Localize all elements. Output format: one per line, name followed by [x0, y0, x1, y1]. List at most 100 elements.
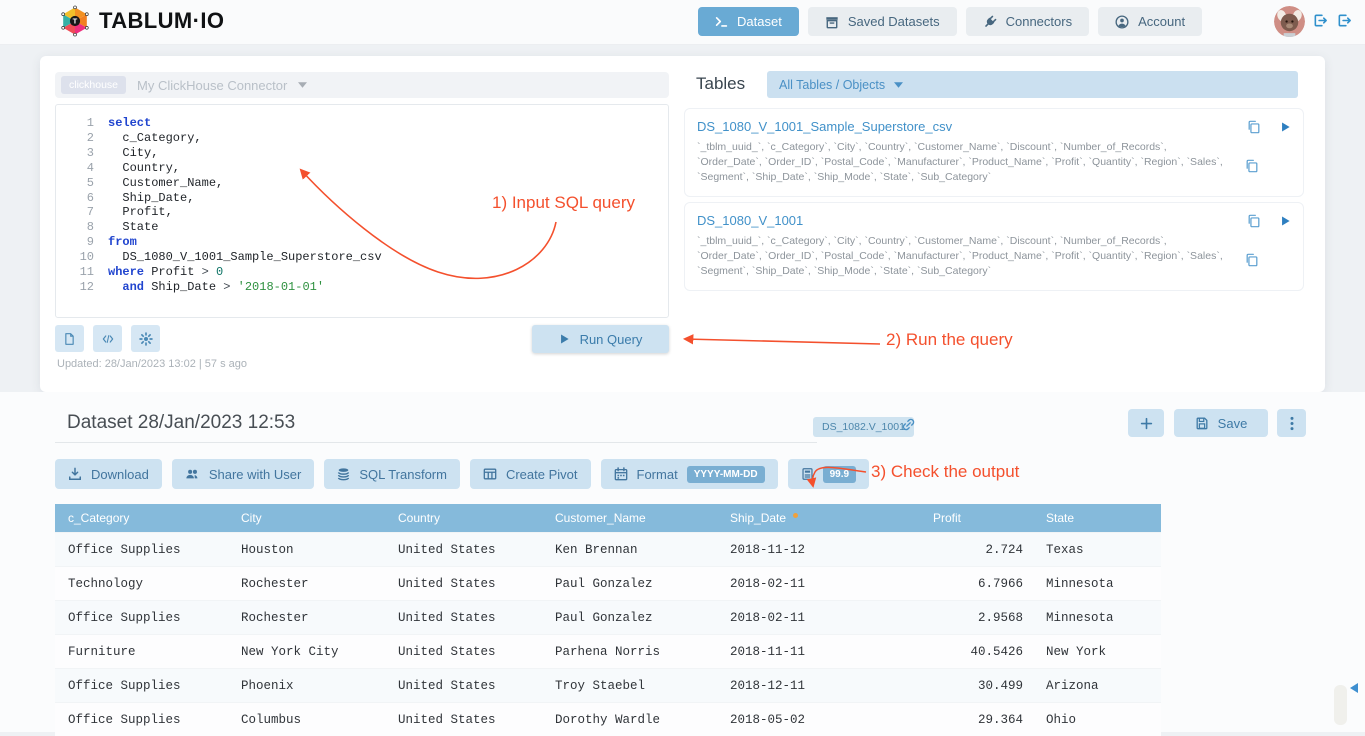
column-header-state[interactable]: State: [1033, 504, 1161, 533]
play-icon[interactable]: [1280, 121, 1291, 133]
horizontal-scrollbar-thumb[interactable]: [1334, 685, 1347, 725]
code-line: 12 and Ship_Date > '2018-01-01': [56, 280, 668, 295]
table-row: Office SuppliesHoustonUnited StatesKen B…: [55, 533, 1161, 567]
table-cell: 6.7966: [920, 567, 1033, 601]
tablum-app: { "nav": { "brand": "TABLUM·IO", "items"…: [0, 0, 1365, 732]
table-row: FurnitureNew York CityUnited StatesParhe…: [55, 635, 1161, 669]
toolbar-button-label: Create Pivot: [506, 467, 578, 482]
title-divider: [55, 442, 817, 443]
save-label: Save: [1218, 416, 1248, 431]
save-button[interactable]: Save: [1174, 409, 1268, 437]
line-number: 8: [56, 220, 108, 235]
toolbar-button-badge: 99.9: [823, 466, 856, 483]
table-row: Office SuppliesPhoenixUnited StatesTroy …: [55, 669, 1161, 703]
code-format-button[interactable]: [93, 325, 122, 352]
editor-actions: [55, 325, 160, 352]
nav-item-account[interactable]: Account: [1098, 7, 1202, 36]
brand[interactable]: T TABLUM·IO: [58, 4, 224, 38]
nav-item-dataset[interactable]: Dataset: [698, 7, 799, 36]
more-options-button[interactable]: [1277, 409, 1306, 437]
link-icon[interactable]: [901, 417, 916, 432]
code-text: Customer_Name,: [108, 176, 223, 191]
tables-list: DS_1080_V_1001_Sample_Superstore_csv`_tb…: [684, 108, 1304, 296]
nav-item-connectors[interactable]: Connectors: [966, 7, 1089, 36]
table-cell: Dorothy Wardle: [542, 703, 717, 736]
table-entry: DS_1080_V_1001_Sample_Superstore_csv`_tb…: [684, 108, 1304, 197]
table-name-link[interactable]: DS_1080_V_1001_Sample_Superstore_csv: [697, 119, 952, 134]
table-cell: United States: [385, 703, 542, 736]
copy-icon[interactable]: [1247, 214, 1261, 228]
table-cell: Parhena Norris: [542, 635, 717, 669]
column-header-customer_name[interactable]: Customer_Name: [542, 504, 717, 533]
column-header-ship_date[interactable]: Ship_Date: [717, 504, 920, 533]
toolbar-number-format-button[interactable]: 99.9: [788, 459, 869, 489]
gear-icon: [139, 332, 153, 346]
table-cell: Rochester: [228, 601, 385, 635]
code-line: 4 Country,: [56, 161, 668, 176]
table-cell: Houston: [228, 533, 385, 567]
annotation-check-output: 3) Check the output: [871, 462, 1019, 482]
nav-item-saved-datasets[interactable]: Saved Datasets: [808, 7, 957, 36]
copy-icon[interactable]: [1245, 159, 1259, 173]
copy-icon[interactable]: [1245, 253, 1259, 267]
column-header-city[interactable]: City: [228, 504, 385, 533]
table-cell: Office Supplies: [55, 669, 228, 703]
run-query-button[interactable]: Run Query: [532, 325, 669, 353]
table-cell: United States: [385, 635, 542, 669]
code-text: from: [108, 235, 137, 250]
code-line: 10 DS_1080_V_1001_Sample_Superstore_csv: [56, 250, 668, 265]
toolbar-download-button[interactable]: Download: [55, 459, 162, 489]
brand-text: TABLUM·IO: [99, 8, 224, 34]
column-header-country[interactable]: Country: [385, 504, 542, 533]
table-cell: New York: [1033, 635, 1161, 669]
table-cell: New York City: [228, 635, 385, 669]
tables-panel-title: Tables: [696, 74, 745, 94]
tables-filter-label: All Tables / Objects: [779, 78, 885, 92]
toolbar-button-label: Format: [637, 467, 678, 482]
line-number: 3: [56, 146, 108, 161]
tables-filter-dropdown[interactable]: All Tables / Objects: [767, 71, 1298, 98]
dataset-toolbar: Download Share with User SQL Transform Crea…: [55, 459, 869, 489]
caret-down-icon: [298, 82, 307, 88]
code-line: 11where Profit > 0: [56, 265, 668, 280]
calendar-icon: [614, 467, 628, 481]
toolbar-format-button[interactable]: FormatYYYY-MM-DD: [601, 459, 778, 489]
new-document-button[interactable]: [55, 325, 84, 352]
grid-header-row: c_CategoryCityCountry Customer_Name Ship_D…: [55, 504, 1161, 533]
code-text: select: [108, 116, 151, 131]
settings-button[interactable]: [131, 325, 160, 352]
connector-selector[interactable]: clickhouse My ClickHouse Connector: [55, 72, 669, 98]
toolbar-create-pivot-button[interactable]: Create Pivot: [470, 459, 591, 489]
line-number: 7: [56, 205, 108, 220]
result-table: c_CategoryCityCountry Customer_Name Ship_D…: [55, 504, 1161, 736]
table-row: TechnologyRochesterUnited StatesPaul Gon…: [55, 567, 1161, 601]
avatar[interactable]: [1274, 6, 1305, 37]
scroll-left-arrow-icon[interactable]: [1350, 683, 1358, 693]
code-text: Country,: [108, 161, 180, 176]
logout-icon[interactable]: [1313, 13, 1328, 28]
copy-icon[interactable]: [1247, 120, 1261, 134]
toolbar-share-with-user-button[interactable]: Share with User: [172, 459, 314, 489]
terminal-icon: [715, 15, 728, 28]
table-cell: Minnesota: [1033, 601, 1161, 635]
line-number: 4: [56, 161, 108, 176]
table-cell: Texas: [1033, 533, 1161, 567]
table-cell: 2018-05-02: [717, 703, 920, 736]
database-icon: [337, 467, 350, 481]
table-cell: 2.9568: [920, 601, 1033, 635]
play-icon[interactable]: [1280, 215, 1291, 227]
code-text: City,: [108, 146, 158, 161]
column-header-c_category[interactable]: c_Category: [55, 504, 228, 533]
add-dataset-button[interactable]: [1128, 409, 1164, 437]
toolbar-sql-transform-button[interactable]: SQL Transform: [324, 459, 460, 489]
table-cell: Technology: [55, 567, 228, 601]
table-cell: Furniture: [55, 635, 228, 669]
code-text: c_Category,: [108, 131, 202, 146]
plus-icon: [1140, 417, 1153, 430]
logout-alt-icon[interactable]: [1337, 13, 1352, 28]
table-cell: Office Supplies: [55, 703, 228, 736]
table-name-link[interactable]: DS_1080_V_1001: [697, 213, 803, 228]
column-header-profit[interactable]: Profit: [920, 504, 1033, 533]
column-header-label: Customer_Name: [555, 511, 646, 525]
document-icon: [63, 332, 76, 346]
